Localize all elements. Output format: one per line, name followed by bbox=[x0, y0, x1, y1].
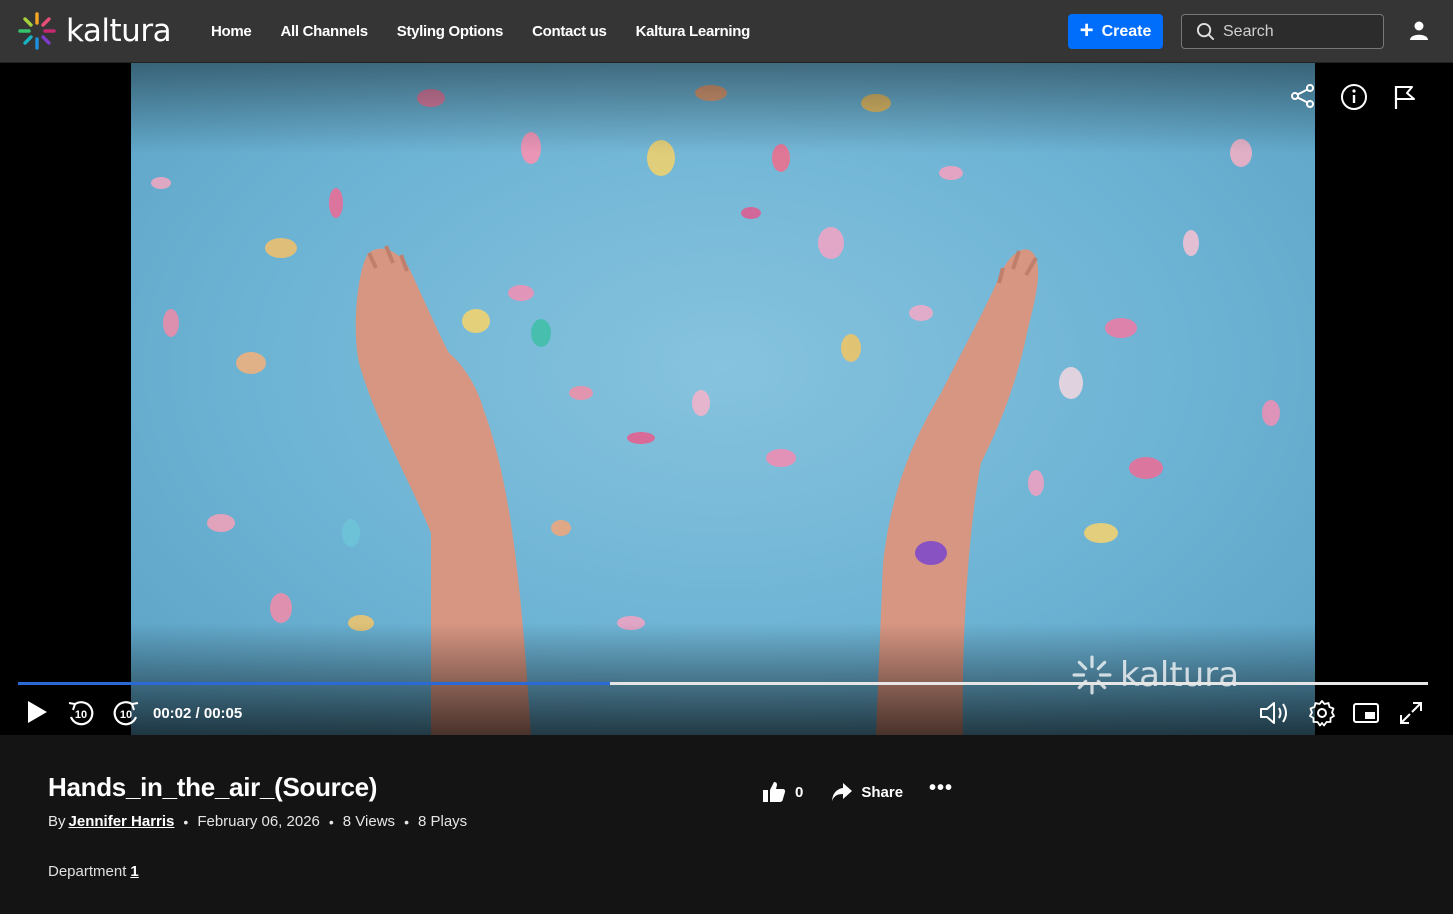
share-arrow-icon bbox=[832, 783, 853, 801]
entry-actions: 0 Share ••• bbox=[762, 778, 953, 804]
watermark-logo-icon bbox=[1072, 655, 1112, 695]
play-button[interactable] bbox=[25, 699, 49, 725]
author-link[interactable]: Jennifer Harris bbox=[69, 813, 175, 830]
more-options-button[interactable]: ••• bbox=[929, 778, 953, 798]
kaltura-watermark: kaltura bbox=[1072, 655, 1239, 695]
nav-home[interactable]: Home bbox=[211, 23, 252, 40]
separator-dot: • bbox=[404, 813, 409, 830]
search-input[interactable] bbox=[1221, 21, 1375, 42]
video-player[interactable]: kaltura 10 10 00:02 / 00:05 bbox=[0, 63, 1453, 735]
fullscreen-icon[interactable] bbox=[1398, 700, 1424, 726]
nav-all-channels[interactable]: All Channels bbox=[280, 23, 368, 40]
department-value-link[interactable]: 1 bbox=[130, 863, 138, 880]
entry-title: Hands_in_the_air_(Source) bbox=[48, 772, 378, 802]
create-button[interactable]: + Create bbox=[1068, 14, 1163, 49]
volume-icon[interactable] bbox=[1258, 699, 1292, 727]
like-count: 0 bbox=[795, 783, 804, 801]
view-count: 8 Views bbox=[342, 813, 396, 830]
search-box[interactable] bbox=[1181, 14, 1384, 49]
separator-dot: • bbox=[328, 813, 334, 830]
nav-styling-options[interactable]: Styling Options bbox=[397, 23, 504, 40]
seek-bar[interactable] bbox=[18, 682, 1428, 685]
entry-date: February 06, 2026 bbox=[197, 813, 320, 830]
kaltura-logo-icon bbox=[18, 12, 56, 50]
play-count: 8 Plays bbox=[417, 813, 468, 830]
info-icon[interactable] bbox=[1340, 83, 1368, 111]
top-gradient bbox=[0, 63, 1453, 153]
thumbs-up-icon bbox=[763, 782, 786, 802]
plus-icon: + bbox=[1079, 16, 1094, 44]
share-button[interactable]: Share bbox=[831, 782, 903, 802]
nav-contact-us[interactable]: Contact us bbox=[532, 23, 607, 40]
by-label: By bbox=[48, 813, 66, 830]
forward-10-button[interactable]: 10 bbox=[110, 697, 142, 729]
nav-kaltura-learning[interactable]: Kaltura Learning bbox=[636, 23, 751, 40]
picture-in-picture-icon[interactable] bbox=[1352, 701, 1380, 725]
share-label: Share bbox=[861, 783, 904, 801]
logo-text: kaltura bbox=[66, 13, 172, 49]
share-icon[interactable] bbox=[1290, 83, 1316, 109]
report-flag-icon[interactable] bbox=[1392, 83, 1418, 111]
top-header: kaltura Home All Channels Styling Option… bbox=[0, 0, 1453, 63]
main-nav: Home All Channels Styling Options Contac… bbox=[211, 0, 779, 62]
user-icon[interactable] bbox=[1408, 20, 1430, 47]
search-icon bbox=[1196, 22, 1215, 41]
like-button[interactable]: 0 bbox=[762, 780, 803, 804]
entry-metadata: By Jennifer Harris • February 06, 2026 •… bbox=[48, 813, 467, 830]
rewind-10-button[interactable]: 10 bbox=[65, 697, 97, 729]
kaltura-logo[interactable]: kaltura bbox=[18, 12, 172, 50]
department-field: Department 1 bbox=[48, 863, 139, 880]
rewind-seconds: 10 bbox=[75, 709, 87, 721]
seek-bar-played bbox=[18, 682, 611, 685]
department-label: Department bbox=[48, 863, 127, 880]
forward-seconds: 10 bbox=[120, 709, 132, 721]
watermark-text: kaltura bbox=[1120, 655, 1240, 695]
separator-dot: • bbox=[183, 813, 189, 830]
settings-gear-icon[interactable] bbox=[1308, 699, 1336, 727]
time-display: 00:02 / 00:05 bbox=[153, 705, 243, 722]
create-label: Create bbox=[1101, 22, 1152, 40]
